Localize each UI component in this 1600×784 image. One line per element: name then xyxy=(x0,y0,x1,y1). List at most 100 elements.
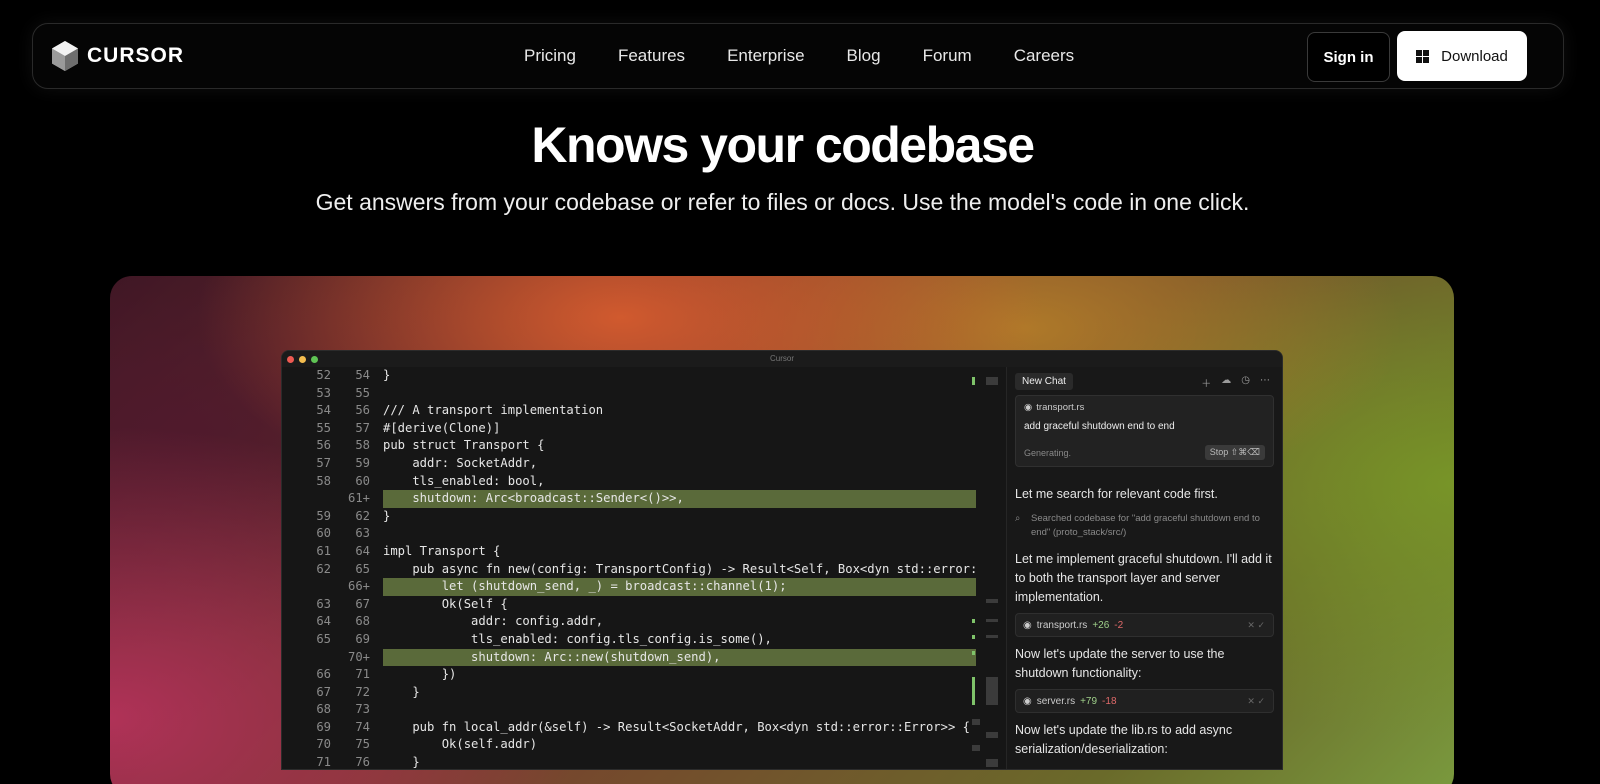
code-text: /// A transport implementation xyxy=(383,403,604,418)
nav-link-features[interactable]: Features xyxy=(597,46,706,66)
code-line[interactable]: 54 56 /// A transport implementation xyxy=(282,402,976,420)
line-number-new: 74 xyxy=(355,719,370,734)
code-line[interactable]: 57 59 addr: SocketAddr, xyxy=(282,455,976,473)
code-text: pub async fn new(config: TransportConfig… xyxy=(383,561,976,576)
code-text: } xyxy=(383,684,420,699)
search-icon: ⌕ xyxy=(1015,513,1021,524)
search-note-text: Searched codebase for "add graceful shut… xyxy=(1031,513,1260,538)
chat-message-4: Now let's update the lib.rs to add async… xyxy=(1015,723,1233,756)
code-text: Ok(self.addr) xyxy=(383,737,538,752)
nav-link-blog[interactable]: Blog xyxy=(826,46,902,66)
code-text: let (shutdown_send, _) = broadcast::chan… xyxy=(383,578,976,596)
nav-link-forum[interactable]: Forum xyxy=(902,46,993,66)
code-line[interactable]: 67 72 } xyxy=(282,684,976,702)
code-line[interactable]: 70+ shutdown: Arc::new(shutdown_send), xyxy=(282,648,976,667)
code-line[interactable]: 68 73 xyxy=(282,701,976,719)
line-number-new: 66+ xyxy=(347,579,370,594)
line-number-old: 61 xyxy=(316,543,331,558)
stop-shortcut: ⇧⌘⌫ xyxy=(1230,447,1260,457)
code-text: tls_enabled: bool, xyxy=(383,473,545,488)
cloud-icon[interactable]: ☁ xyxy=(1221,375,1231,390)
line-number-old: 58 xyxy=(316,473,331,488)
code-line[interactable]: 58 60 tls_enabled: bool, xyxy=(282,473,976,491)
line-number-old: 70 xyxy=(316,737,331,752)
tab-new-chat[interactable]: New Chat xyxy=(1015,372,1073,390)
line-number-old: 67 xyxy=(316,684,331,699)
code-text: shutdown: Arc::new(shutdown_send), xyxy=(383,648,976,667)
line-number-new: 62 xyxy=(355,508,370,523)
code-line[interactable]: 55 57 #[derive(Clone)] xyxy=(282,420,976,438)
line-number-new: 61+ xyxy=(347,491,370,506)
minimap[interactable] xyxy=(972,367,1002,769)
sign-in-button[interactable]: Sign in xyxy=(1307,32,1390,82)
code-line[interactable]: 59 62} xyxy=(282,508,976,526)
chat-message-3: Now let's update the server to use the s… xyxy=(1015,647,1225,680)
code-line[interactable]: 64 68 addr: config.addr, xyxy=(282,613,976,631)
code-line[interactable]: 69 74 pub fn local_addr(&self) -> Result<… xyxy=(282,719,976,737)
diff-deletions: -18 xyxy=(1102,695,1117,707)
history-icon[interactable]: ◷ xyxy=(1241,375,1250,390)
code-editor[interactable]: 52 54} 53 55 54 56 /// A transport implementat… xyxy=(282,367,976,769)
line-number-old: 56 xyxy=(316,438,331,453)
code-text: pub struct Transport { xyxy=(383,438,545,453)
code-line[interactable]: 61+ shutdown: Arc<broadcast::Sender<()>>… xyxy=(282,490,976,508)
code-line[interactable]: 61 64 impl Transport { xyxy=(282,543,976,561)
code-line[interactable]: 65 69 tls_enabled: config.tls_config.is_s… xyxy=(282,631,976,649)
line-number-old: 54 xyxy=(316,403,331,418)
code-text: addr: SocketAddr, xyxy=(383,455,538,470)
file-icon: ◉ xyxy=(1023,695,1032,707)
line-number-old: 68 xyxy=(316,702,331,717)
line-number-new: 56 xyxy=(355,403,370,418)
download-label: Download xyxy=(1441,47,1508,65)
code-line[interactable]: 56 58 pub struct Transport { xyxy=(282,437,976,455)
code-line[interactable]: 62 65 pub async fn new(config: TransportC… xyxy=(282,561,976,579)
diff-actions[interactable]: ✕ ✓ xyxy=(1247,696,1265,707)
download-button[interactable]: Download xyxy=(1397,31,1527,81)
code-line[interactable]: 70 75 Ok(self.addr) xyxy=(282,736,976,754)
chat-header: New Chat ＋ ☁ ◷ ⋯ xyxy=(1007,367,1282,395)
more-icon[interactable]: ⋯ xyxy=(1260,375,1270,390)
chat-message-2: Let me implement graceful shutdown. I'll… xyxy=(1015,552,1272,604)
line-number-old: 57 xyxy=(316,455,331,470)
window-title: Cursor xyxy=(769,354,794,363)
line-number-new: 68 xyxy=(355,614,370,629)
diff-additions: +79 xyxy=(1080,695,1098,707)
line-number-new: 71 xyxy=(355,667,370,682)
prompt-box[interactable]: ◉ transport.rs add graceful shutdown end… xyxy=(1015,395,1274,467)
plus-icon[interactable]: ＋ xyxy=(1201,375,1211,390)
nav-link-enterprise[interactable]: Enterprise xyxy=(706,46,825,66)
code-line[interactable]: 60 63 xyxy=(282,525,976,543)
line-number-new: 69 xyxy=(355,631,370,646)
code-line[interactable]: 52 54} xyxy=(282,367,976,385)
line-number-new: 73 xyxy=(355,702,370,717)
code-line[interactable]: 63 67 Ok(Self { xyxy=(282,596,976,614)
line-number-old: 55 xyxy=(316,420,331,435)
line-number-old: 63 xyxy=(316,596,331,611)
line-number-new: 63 xyxy=(355,526,370,541)
line-number-old: 69 xyxy=(316,719,331,734)
code-line[interactable]: 66+ let (shutdown_send, _) = broadcast::… xyxy=(282,578,976,596)
context-file-chip[interactable]: ◉ transport.rs xyxy=(1024,402,1265,413)
line-number-new: 76 xyxy=(355,755,370,770)
diff-chip-server[interactable]: ◉ server.rs +79 -18 ✕ ✓ xyxy=(1015,689,1274,713)
nav-link-pricing[interactable]: Pricing xyxy=(503,46,597,66)
line-number-old: 65 xyxy=(316,631,331,646)
brand-logo[interactable]: CURSOR xyxy=(51,40,184,72)
code-text: shutdown: Arc<broadcast::Sender<()>>, xyxy=(383,490,976,508)
stop-button[interactable]: Stop ⇧⌘⌫ xyxy=(1204,445,1265,460)
brand-name: CURSOR xyxy=(87,44,185,67)
code-line[interactable]: 66 71 }) xyxy=(282,666,976,684)
prompt-text: add graceful shutdown end to end xyxy=(1024,421,1175,432)
code-line[interactable]: 71 76 } xyxy=(282,754,976,770)
nav-link-careers[interactable]: Careers xyxy=(993,46,1095,66)
diff-actions[interactable]: ✕ ✓ xyxy=(1247,620,1265,631)
code-text: }) xyxy=(383,667,457,682)
line-number-new: 67 xyxy=(355,596,370,611)
code-text: } xyxy=(383,755,420,770)
code-text: Ok(Self { xyxy=(383,596,508,611)
stop-label: Stop xyxy=(1209,447,1229,457)
line-number-new: 57 xyxy=(355,420,370,435)
code-line[interactable]: 53 55 xyxy=(282,385,976,403)
diff-chip-transport[interactable]: ◉ transport.rs +26 -2 ✕ ✓ xyxy=(1015,613,1274,637)
diff-file-name: transport.rs xyxy=(1036,619,1088,631)
